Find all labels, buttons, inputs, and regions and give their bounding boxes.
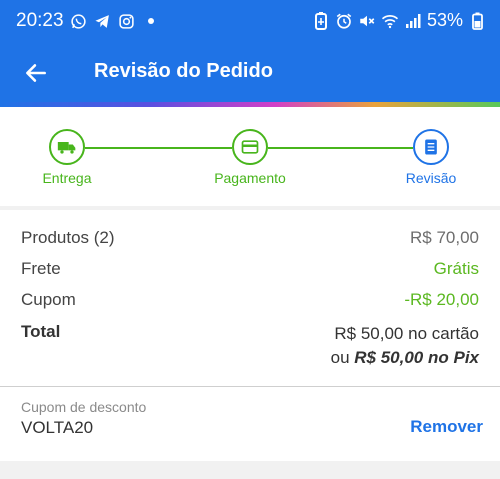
step-revisao[interactable]: [413, 129, 449, 165]
mute-icon: [358, 12, 376, 30]
summary-row-coupon: Cupom -R$ 20,00: [21, 290, 479, 314]
step-label-pagamento: Pagamento: [214, 170, 286, 186]
telegram-icon: [94, 12, 112, 30]
app-bar: Revisão do Pedido: [0, 44, 500, 102]
step-label-entrega: Entrega: [42, 170, 92, 186]
bottom-separator: [0, 461, 500, 479]
remove-coupon-button[interactable]: Remover: [410, 417, 483, 437]
status-right: 53%: [312, 10, 486, 31]
alarm-icon: [335, 12, 353, 30]
card-icon: [241, 140, 259, 154]
total-pix-prefix: ou: [330, 348, 350, 367]
whatsapp-icon: [70, 12, 88, 30]
stepper-line-1: [85, 147, 232, 149]
total-pix: ou R$ 50,00 no Pix: [331, 346, 479, 370]
battery-icon: [468, 12, 486, 30]
total-card: R$ 50,00 no cartão: [334, 324, 479, 343]
status-bar: 20:23 53%: [0, 0, 500, 44]
truck-icon: [57, 142, 76, 154]
list-icon: [425, 139, 437, 155]
shipping-label: Frete: [21, 259, 61, 278]
step-label-revisao: Revisão: [405, 170, 457, 186]
total-label: Total: [21, 322, 61, 341]
arrow-left-icon: [26, 64, 46, 82]
products-value: R$ 70,00: [410, 228, 479, 247]
signal-icon: [404, 12, 422, 30]
wifi-icon: [381, 12, 399, 30]
coupon-discount-value: -R$ 20,00: [404, 290, 479, 309]
step-entrega[interactable]: [49, 129, 85, 165]
coupon-discount-label: Cupom: [21, 290, 76, 309]
total-value: R$ 50,00 no cartão ou R$ 50,00 no Pix: [331, 322, 479, 370]
status-time: 20:23: [16, 10, 64, 31]
summary-row-shipping: Frete Grátis: [21, 259, 479, 283]
coupon-code: VOLTA20: [21, 418, 94, 437]
status-left: 20:23: [16, 10, 160, 32]
stepper-line-2: [268, 147, 413, 149]
battery-saver-icon: [312, 11, 330, 30]
summary-row-products: Produtos (2) R$ 70,00: [21, 228, 479, 252]
shipping-value: Grátis: [433, 259, 479, 278]
battery-percent: 53%: [426, 10, 463, 30]
checkout-stepper: Entrega Pagamento Revisão: [0, 107, 500, 206]
back-button[interactable]: [20, 57, 52, 89]
step-pagamento[interactable]: [232, 129, 268, 165]
coupon-field-label: Cupom de desconto: [21, 399, 147, 415]
products-label: Produtos (2): [21, 228, 115, 247]
coupon-section: Cupom de desconto VOLTA20 Remover: [0, 387, 500, 461]
instagram-icon: [118, 12, 136, 30]
dot-icon: [142, 12, 160, 30]
total-pix-amount: R$ 50,00 no Pix: [354, 348, 479, 367]
order-summary: Produtos (2) R$ 70,00 Frete Grátis Cupom…: [0, 210, 500, 382]
page-title: Revisão do Pedido: [94, 60, 273, 82]
